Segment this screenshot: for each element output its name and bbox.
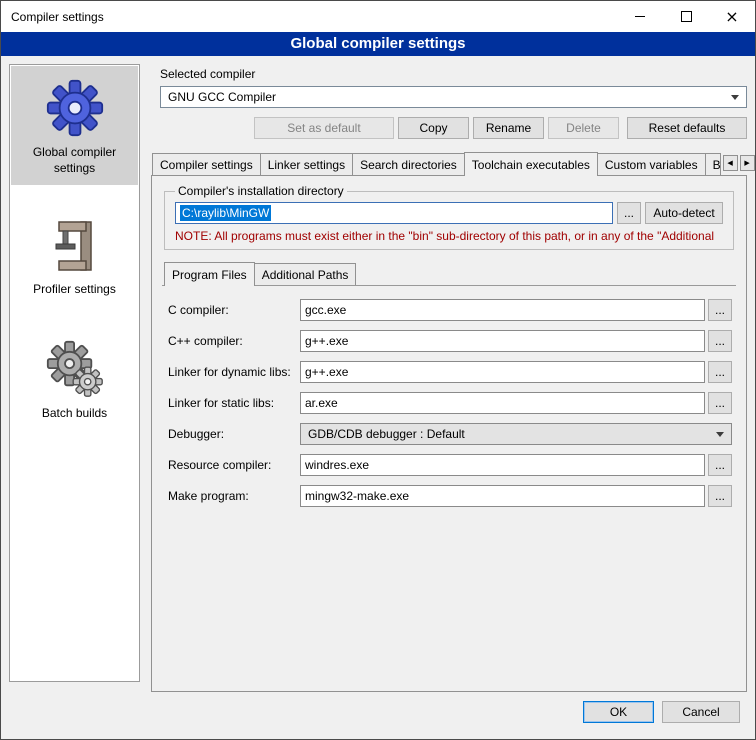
- tab-scroll-left-button[interactable]: ◀: [723, 155, 738, 171]
- static-linker-browse-button[interactable]: ...: [708, 392, 732, 414]
- window-title: Compiler settings: [1, 10, 104, 24]
- c-compiler-row: C compiler: gcc.exe ...: [168, 299, 732, 321]
- dynamic-linker-label: Linker for dynamic libs:: [168, 365, 300, 379]
- ok-button[interactable]: OK: [583, 701, 654, 723]
- maximize-icon: [681, 11, 692, 22]
- tab-truncated[interactable]: Buil: [705, 153, 721, 175]
- tab-program-files[interactable]: Program Files: [164, 262, 255, 286]
- static-linker-input[interactable]: ar.exe: [300, 392, 705, 414]
- installation-directory-value: C:\raylib\MinGW: [180, 205, 271, 221]
- page-title: Global compiler settings: [1, 32, 755, 56]
- clamp-icon: [50, 218, 100, 274]
- toolchain-executables-panel: Compiler's installation directory C:\ray…: [151, 175, 747, 692]
- gray-gears-icon: [46, 340, 104, 398]
- cancel-button[interactable]: Cancel: [662, 701, 740, 723]
- static-linker-label: Linker for static libs:: [168, 396, 300, 410]
- sidebar-item-batch-builds[interactable]: Batch builds: [11, 327, 138, 431]
- installation-directory-input[interactable]: C:\raylib\MinGW: [175, 202, 613, 224]
- tab-scroll-right-button[interactable]: ▶: [740, 155, 755, 171]
- sidebar-item-global-compiler-settings[interactable]: Global compiler settings: [11, 66, 138, 185]
- program-files-panel: C compiler: gcc.exe ... C++ compiler: g+…: [162, 285, 736, 516]
- sidebar-item-profiler-settings[interactable]: Profiler settings: [11, 205, 138, 307]
- debugger-select[interactable]: GDB/CDB debugger : Default: [300, 423, 732, 445]
- programs-tabstrip: Program Files Additional Paths: [162, 262, 736, 285]
- delete-button[interactable]: Delete: [548, 117, 619, 139]
- debugger-row: Debugger: GDB/CDB debugger : Default: [168, 423, 732, 445]
- dynamic-linker-row: Linker for dynamic libs: g++.exe ...: [168, 361, 732, 383]
- main-panel: Selected compiler GNU GCC Compiler Set a…: [151, 64, 747, 692]
- installation-directory-group: Compiler's installation directory C:\ray…: [164, 184, 734, 250]
- compiler-settings-window: Compiler settings × Global compiler sett…: [0, 0, 756, 740]
- tab-scroll-buttons: ◀ ▶: [721, 155, 755, 175]
- note-text: NOTE: All programs must exist either in …: [175, 229, 723, 243]
- titlebar: Compiler settings ×: [1, 1, 755, 32]
- selected-compiler-combobox[interactable]: GNU GCC Compiler: [160, 86, 747, 108]
- installation-directory-group-title: Compiler's installation directory: [175, 184, 347, 198]
- dialog-footer: OK Cancel: [1, 692, 755, 739]
- c-compiler-label: C compiler:: [168, 303, 300, 317]
- selected-compiler-value: GNU GCC Compiler: [168, 90, 276, 104]
- compiler-action-buttons: Set as default Copy Rename Delete Reset …: [160, 117, 747, 139]
- c-compiler-browse-button[interactable]: ...: [708, 299, 732, 321]
- auto-detect-button[interactable]: Auto-detect: [645, 202, 723, 224]
- static-linker-row: Linker for static libs: ar.exe ...: [168, 392, 732, 414]
- c-compiler-input[interactable]: gcc.exe: [300, 299, 705, 321]
- tab-toolchain-executables[interactable]: Toolchain executables: [464, 152, 598, 176]
- settings-tabstrip: Compiler settings Linker settings Search…: [151, 152, 747, 175]
- tab-additional-paths[interactable]: Additional Paths: [254, 263, 357, 285]
- dialog-body: Global compiler settings Profiler settin…: [1, 56, 755, 692]
- sidebar-item-label: Batch builds: [42, 406, 107, 422]
- close-icon: ×: [725, 9, 738, 25]
- static-linker-value: ar.exe: [305, 396, 338, 410]
- resource-compiler-value: windres.exe: [305, 458, 369, 472]
- cpp-compiler-browse-button[interactable]: ...: [708, 330, 732, 352]
- cpp-compiler-value: g++.exe: [305, 334, 348, 348]
- reset-defaults-button[interactable]: Reset defaults: [627, 117, 747, 139]
- maximize-button[interactable]: [663, 1, 709, 32]
- debugger-label: Debugger:: [168, 427, 300, 441]
- dynamic-linker-input[interactable]: g++.exe: [300, 361, 705, 383]
- blue-gear-icon: [46, 79, 104, 137]
- tab-custom-variables[interactable]: Custom variables: [597, 153, 706, 175]
- minimize-icon: [635, 16, 645, 17]
- triangle-left-icon: ◀: [727, 159, 732, 167]
- set-as-default-button[interactable]: Set as default: [254, 117, 394, 139]
- triangle-right-icon: ▶: [744, 159, 749, 167]
- resource-compiler-label: Resource compiler:: [168, 458, 300, 472]
- cpp-compiler-input[interactable]: g++.exe: [300, 330, 705, 352]
- close-button[interactable]: ×: [709, 1, 755, 32]
- sidebar-item-label: Global compiler settings: [14, 145, 135, 176]
- make-program-row: Make program: mingw32-make.exe ...: [168, 485, 732, 507]
- make-program-input[interactable]: mingw32-make.exe: [300, 485, 705, 507]
- chevron-down-icon: [716, 432, 724, 437]
- chevron-down-icon: [731, 95, 739, 100]
- resource-compiler-browse-button[interactable]: ...: [708, 454, 732, 476]
- window-controls: ×: [617, 1, 755, 32]
- make-program-browse-button[interactable]: ...: [708, 485, 732, 507]
- selected-compiler-label: Selected compiler: [160, 67, 747, 81]
- tab-linker-settings[interactable]: Linker settings: [260, 153, 353, 175]
- cpp-compiler-label: C++ compiler:: [168, 334, 300, 348]
- rename-button[interactable]: Rename: [473, 117, 544, 139]
- cpp-compiler-row: C++ compiler: g++.exe ...: [168, 330, 732, 352]
- debugger-value: GDB/CDB debugger : Default: [308, 427, 465, 441]
- c-compiler-value: gcc.exe: [305, 303, 346, 317]
- dynamic-linker-browse-button[interactable]: ...: [708, 361, 732, 383]
- tab-compiler-settings[interactable]: Compiler settings: [152, 153, 261, 175]
- resource-compiler-input[interactable]: windres.exe: [300, 454, 705, 476]
- make-program-label: Make program:: [168, 489, 300, 503]
- tab-search-directories[interactable]: Search directories: [352, 153, 465, 175]
- installation-directory-browse-button[interactable]: ...: [617, 202, 641, 224]
- copy-button[interactable]: Copy: [398, 117, 469, 139]
- sidebar-item-label: Profiler settings: [33, 282, 116, 298]
- settings-sidebar: Global compiler settings Profiler settin…: [9, 64, 140, 682]
- resource-compiler-row: Resource compiler: windres.exe ...: [168, 454, 732, 476]
- dynamic-linker-value: g++.exe: [305, 365, 348, 379]
- installation-directory-row: C:\raylib\MinGW ... Auto-detect: [175, 202, 723, 224]
- minimize-button[interactable]: [617, 1, 663, 32]
- make-program-value: mingw32-make.exe: [305, 489, 409, 503]
